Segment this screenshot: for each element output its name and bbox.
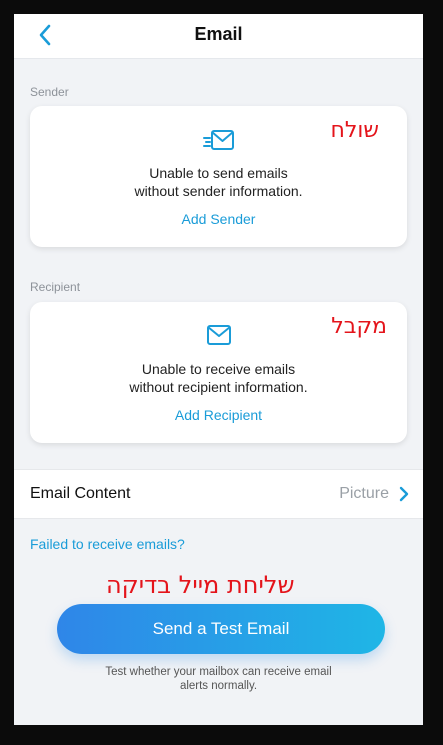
send-email-icon [202, 130, 234, 150]
screen: Email Sender Unable to send emails witho… [14, 14, 423, 725]
sender-message: Unable to send emails without sender inf… [30, 164, 407, 200]
recipient-annotation: מקבל [331, 314, 387, 339]
sender-card: Unable to send emails without sender inf… [30, 106, 407, 247]
recipient-message-line2: without recipient information. [129, 379, 308, 395]
chevron-right-icon [399, 486, 409, 502]
nav-bar: Email [14, 14, 423, 59]
send-test-email-button[interactable]: Send a Test Email [57, 604, 385, 654]
email-content-row[interactable]: Email Content Picture [14, 469, 423, 519]
failed-to-receive-link[interactable]: Failed to receive emails? [30, 536, 185, 552]
test-email-annotation: שליחת מייל בדיקה [106, 571, 295, 599]
add-sender-link[interactable]: Add Sender [30, 211, 407, 227]
test-hint-line1: Test whether your mailbox can receive em… [105, 666, 332, 678]
sender-annotation: שולח [330, 118, 379, 143]
phone-frame: Email Sender Unable to send emails witho… [0, 0, 443, 745]
test-hint: Test whether your mailbox can receive em… [54, 665, 383, 693]
sender-message-line2: without sender information. [134, 183, 303, 199]
add-recipient-link[interactable]: Add Recipient [30, 407, 407, 423]
email-content-value: Picture [339, 485, 389, 502]
recipient-section-label: Recipient [30, 280, 81, 294]
recipient-message: Unable to receive emails without recipie… [30, 360, 407, 396]
sender-section-label: Sender [30, 85, 69, 99]
test-hint-line2: alerts normally. [179, 680, 258, 692]
email-content-label: Email Content [30, 485, 131, 502]
recipient-card: Unable to receive emails without recipie… [30, 302, 407, 443]
envelope-icon [206, 325, 231, 345]
page-title: Email [194, 24, 243, 44]
recipient-message-line1: Unable to receive emails [141, 361, 296, 377]
sender-message-line1: Unable to send emails [149, 165, 288, 181]
